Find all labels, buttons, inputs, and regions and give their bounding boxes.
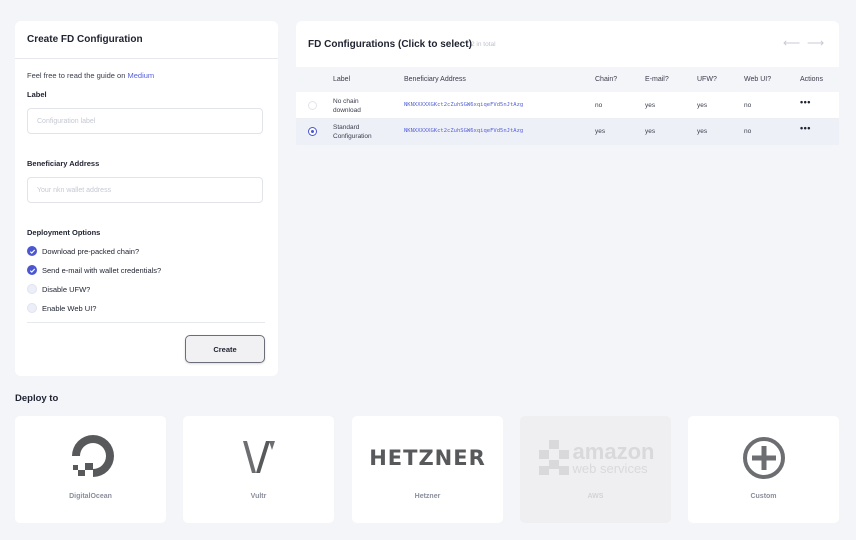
provider-name: AWS — [587, 493, 604, 500]
address-input[interactable]: Your nkn wallet address — [27, 177, 263, 203]
address-heading: Beneficiary Address — [27, 159, 100, 168]
row-webui: no — [744, 102, 752, 109]
row-chain: no — [595, 102, 603, 109]
column-header: Web UI? — [744, 76, 772, 83]
provider-name: Hetzner — [414, 493, 441, 500]
row-label: Configuration — [333, 133, 372, 140]
column-header: Beneficiary Address — [404, 76, 466, 83]
guide-text: Feel free to read the guide on Medium — [27, 71, 155, 80]
arrow-left-icon[interactable]: ⟵ — [783, 37, 800, 49]
table-header: Label Beneficiary Address Chain? E-mail?… — [296, 67, 839, 92]
column-header: E-mail? — [645, 76, 669, 83]
row-label: download — [333, 107, 361, 114]
vultr-logo-icon — [183, 434, 334, 482]
checkbox-checked-icon[interactable] — [27, 246, 37, 256]
hetzner-logo-text: HETZNER — [369, 446, 486, 470]
row-ufw: yes — [697, 102, 708, 109]
row-ufw: yes — [697, 128, 708, 135]
deploy-title: Deploy to — [15, 393, 59, 404]
create-config-header: Create FD Configuration — [15, 21, 278, 59]
create-button[interactable]: Create — [185, 335, 265, 363]
form-divider — [27, 322, 265, 323]
configurations-title: FD Configurations (Click to select) — [308, 39, 472, 50]
option-label: Enable Web UI? — [42, 303, 97, 313]
option-label: Download pre-packed chain? — [42, 246, 140, 256]
deployment-options-heading: Deployment Options — [27, 228, 101, 237]
row-label: No chain — [333, 98, 359, 105]
radio-selected-icon[interactable] — [308, 127, 317, 136]
plus-circle-icon — [688, 434, 839, 482]
option-label: Send e-mail with wallet credentials? — [42, 265, 162, 275]
table-row[interactable]: No chain download NKNXXXXXGKct2cZuhSGW6x… — [296, 92, 839, 119]
row-label: Standard — [333, 124, 360, 131]
provider-name: Vultr — [250, 493, 267, 500]
medium-link[interactable]: Medium — [128, 71, 155, 80]
digitalocean-logo-icon — [15, 434, 166, 482]
pagination: ⟵ ⟶ — [783, 37, 824, 49]
provider-aws: amazon web services AWS — [520, 416, 671, 523]
provider-name: Custom — [750, 493, 777, 500]
option-send-email[interactable]: Send e-mail with wallet credentials? — [27, 265, 161, 275]
table-row-selected[interactable]: Standard Configuration NKNXXXXXGKct2cZuh… — [296, 119, 839, 145]
row-email: yes — [645, 102, 656, 109]
column-header: UFW? — [697, 76, 717, 83]
row-address: NKNXXXXXGKct2cZuhSGW6xqiqeFVd5nJtAzg — [404, 102, 524, 108]
create-config-card: Create FD Configuration Feel free to rea… — [15, 21, 278, 376]
arrow-right-icon[interactable]: ⟶ — [807, 37, 824, 49]
column-header: Actions — [800, 76, 823, 83]
provider-hetzner[interactable]: HETZNER Hetzner — [352, 416, 503, 523]
checkbox-unchecked-icon[interactable] — [27, 303, 37, 313]
provider-name: DigitalOcean — [69, 493, 112, 500]
checkbox-unchecked-icon[interactable] — [27, 284, 37, 294]
option-download-chain[interactable]: Download pre-packed chain? — [27, 246, 139, 256]
aws-logo-text: amazon — [572, 439, 655, 464]
column-header: Chain? — [595, 76, 618, 83]
row-webui: no — [744, 128, 752, 135]
option-enable-webui[interactable]: Enable Web UI? — [27, 303, 96, 313]
configurations-header: FD Configurations (Click to select) 2 in… — [296, 21, 839, 67]
hetzner-logo-icon: HETZNER — [352, 434, 503, 482]
create-config-title: Create FD Configuration — [27, 34, 143, 45]
aws-logo-subtext: web services — [572, 461, 648, 476]
row-chain: yes — [595, 128, 606, 135]
provider-digitalocean[interactable]: DigitalOcean — [15, 416, 166, 523]
aws-logo-icon: amazon web services — [520, 434, 671, 482]
row-address: NKNXXXXXGKct2cZuhSGW6xqiqeFVd5nJtAzg — [404, 128, 524, 134]
label-input[interactable]: Configuration label — [27, 108, 263, 134]
column-header: Label — [333, 76, 351, 83]
provider-custom[interactable]: Custom — [688, 416, 839, 523]
radio-unselected-icon[interactable] — [308, 101, 317, 110]
more-actions-icon[interactable]: ••• — [800, 97, 811, 107]
provider-vultr[interactable]: Vultr — [183, 416, 334, 523]
configurations-card: FD Configurations (Click to select) 2 in… — [296, 21, 839, 376]
label-heading: Label — [27, 90, 47, 99]
option-disable-ufw[interactable]: Disable UFW? — [27, 284, 90, 294]
option-label: Disable UFW? — [42, 284, 91, 294]
total-count: 2 in total — [471, 41, 496, 48]
row-email: yes — [645, 128, 656, 135]
more-actions-icon[interactable]: ••• — [800, 123, 811, 133]
checkbox-checked-icon[interactable] — [27, 265, 37, 275]
